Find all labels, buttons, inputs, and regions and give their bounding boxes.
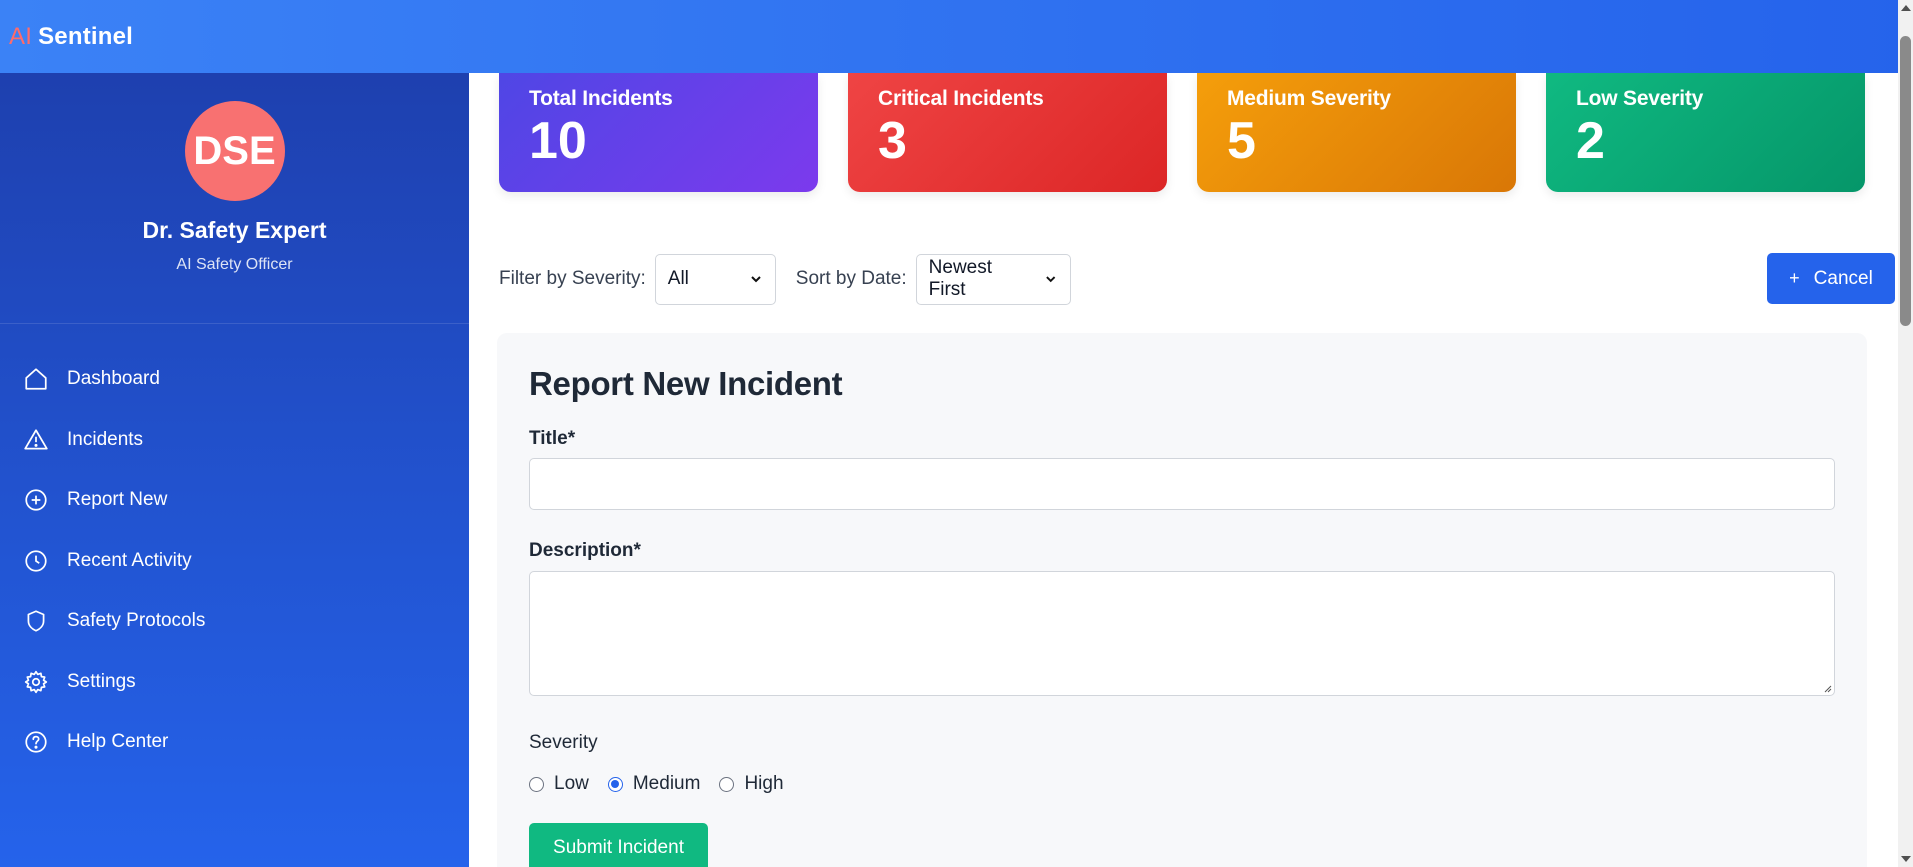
description-textarea[interactable] (529, 571, 1835, 696)
sidebar-item-label: Report New (67, 489, 168, 511)
scrollbar-thumb[interactable] (1900, 36, 1911, 326)
plus-circle-icon (23, 487, 49, 513)
title-input[interactable] (529, 458, 1835, 510)
radio-label: Low (554, 773, 589, 794)
sidebar-nav: Dashboard Incidents Report New Recent Ac… (0, 324, 469, 773)
sidebar-item-label: Recent Activity (67, 549, 192, 571)
resize-handle-icon[interactable] (1822, 683, 1832, 693)
top-bar: AI Sentinel (0, 0, 1913, 73)
sidebar-item-settings[interactable]: Settings (0, 652, 469, 713)
user-profile: DSE Dr. Safety Expert AI Safety Officer (0, 73, 469, 324)
sidebar-item-label: Help Center (67, 731, 169, 753)
radio-button-selected[interactable] (607, 776, 623, 792)
chevron-down-icon (1046, 276, 1056, 283)
brand-prefix: AI (9, 22, 33, 50)
help-circle-icon (23, 729, 49, 755)
sidebar-item-dashboard[interactable]: Dashboard (0, 349, 469, 410)
plus-icon: + (1789, 268, 1800, 288)
profile-name: Dr. Safety Expert (142, 217, 327, 243)
scroll-up-arrow-icon[interactable] (1901, 5, 1911, 11)
sort-date-value: Newest First (928, 257, 993, 300)
main-content: Total Incidents 10 Critical Incidents 3 … (469, 73, 1898, 867)
sort-date-select[interactable]: Newest First (915, 253, 1071, 305)
form-title: Report New Incident (529, 365, 843, 402)
page-scrollbar[interactable] (1898, 0, 1913, 867)
sidebar-item-label: Dashboard (67, 368, 160, 390)
stat-card-medium: Medium Severity 5 (1197, 73, 1516, 192)
scroll-down-arrow-icon[interactable] (1901, 856, 1911, 862)
severity-label: Severity (529, 732, 598, 753)
sidebar-item-label: Incidents (67, 428, 144, 450)
stat-card-low: Low Severity 2 (1546, 73, 1865, 192)
submit-incident-button[interactable]: Submit Incident (529, 823, 708, 867)
severity-option-high[interactable]: High (719, 773, 784, 795)
description-label: Description* (529, 540, 641, 561)
filter-bar: Filter by Severity: All Sort by Date: Ne… (499, 253, 1898, 305)
stat-label: Total Incidents (529, 87, 673, 110)
sidebar-item-help-center[interactable]: Help Center (0, 712, 469, 773)
radio-button[interactable] (529, 776, 544, 792)
stat-label: Low Severity (1576, 87, 1704, 110)
report-incident-form: Report New Incident Title* Description* … (497, 333, 1867, 867)
severity-option-low[interactable]: Low (529, 773, 589, 795)
sidebar-item-label: Settings (67, 670, 136, 692)
brand-name: Sentinel (38, 22, 134, 50)
sidebar: DSE Dr. Safety Expert AI Safety Officer … (0, 73, 469, 867)
sidebar-item-label: Safety Protocols (67, 610, 206, 632)
stat-label: Critical Incidents (878, 87, 1044, 110)
gear-icon (23, 669, 49, 695)
radio-label: Medium (632, 773, 701, 794)
stat-card-total: Total Incidents 10 (499, 73, 818, 192)
severity-filter-value: All (667, 268, 689, 289)
warning-triangle-icon (23, 427, 49, 453)
profile-role: AI Safety Officer (176, 256, 293, 273)
stat-value: 5 (1227, 112, 1256, 170)
avatar[interactable]: DSE (184, 101, 285, 201)
cancel-button[interactable]: + Cancel (1767, 253, 1895, 304)
clock-icon (23, 548, 49, 574)
shield-icon (23, 608, 49, 634)
severity-radio-group: Low Medium High (529, 773, 803, 795)
sidebar-item-report-new[interactable]: Report New (0, 470, 469, 531)
severity-filter-select[interactable]: All (654, 253, 776, 305)
stat-label: Medium Severity (1227, 87, 1391, 110)
radio-button[interactable] (719, 776, 735, 792)
cancel-button-label: Cancel (1813, 267, 1873, 289)
stat-value: 2 (1576, 112, 1605, 170)
severity-filter-label: Filter by Severity: (499, 268, 646, 289)
radio-label: High (744, 773, 784, 794)
stat-value: 3 (878, 112, 907, 170)
stat-value: 10 (529, 112, 587, 170)
chevron-down-icon (751, 276, 761, 283)
severity-option-medium[interactable]: Medium (607, 773, 701, 795)
sidebar-item-recent-activity[interactable]: Recent Activity (0, 531, 469, 592)
sidebar-item-safety-protocols[interactable]: Safety Protocols (0, 591, 469, 652)
app-brand[interactable]: AI Sentinel (9, 23, 133, 51)
stat-card-critical: Critical Incidents 3 (848, 73, 1167, 192)
title-label: Title* (529, 428, 576, 449)
sort-date-label: Sort by Date: (795, 268, 907, 289)
sidebar-item-incidents[interactable]: Incidents (0, 410, 469, 471)
home-icon (23, 366, 49, 392)
